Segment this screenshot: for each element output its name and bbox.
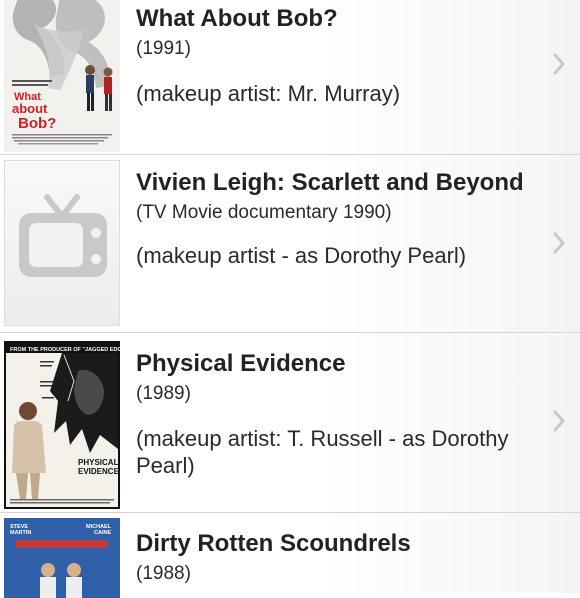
credit-year: (1988) bbox=[136, 563, 191, 584]
credit-row-dirty-rotten-scoundrels[interactable]: STEVE MARTIN MICHAEL CAINE Dirty Rotten … bbox=[0, 513, 580, 598]
svg-text:CAINE: CAINE bbox=[94, 530, 111, 536]
svg-text:FROM THE PRODUCER OF "JAGGED E: FROM THE PRODUCER OF "JAGGED EDGE" bbox=[10, 347, 120, 353]
credit-row-what-about-bob[interactable]: What about Bob? What About Bob? (1991) (… bbox=[0, 0, 580, 155]
svg-text:EVIDENCE: EVIDENCE bbox=[78, 467, 120, 476]
credit-text: Physical Evidence (1989) (makeup artist:… bbox=[136, 348, 530, 479]
svg-text:PHYSICAL: PHYSICAL bbox=[78, 458, 119, 467]
credit-year: (1989) bbox=[136, 383, 191, 404]
tv-placeholder-icon bbox=[19, 194, 107, 277]
poster-what-about-bob: What about Bob? bbox=[4, 0, 120, 152]
svg-text:about: about bbox=[12, 101, 48, 116]
poster-what-about-bob-art: What about Bob? bbox=[4, 0, 120, 152]
chevron-right-icon[interactable] bbox=[552, 232, 566, 254]
credit-title: Vivien Leigh: Scarlett and Beyond bbox=[136, 169, 524, 196]
credit-title: Physical Evidence bbox=[136, 350, 346, 377]
credit-year: (TV Movie documentary 1990) bbox=[136, 202, 392, 223]
poster-dirty-rotten-scoundrels-art: STEVE MARTIN MICHAEL CAINE bbox=[4, 518, 120, 598]
credit-title: What About Bob? bbox=[136, 5, 338, 32]
credit-row-vivien-leigh[interactable]: Vivien Leigh: Scarlett and Beyond (TV Mo… bbox=[0, 155, 580, 333]
credit-role: (makeup artist: T. Russell - as Dorothy … bbox=[136, 426, 509, 478]
credit-year: (1991) bbox=[136, 38, 191, 59]
svg-text:MARTIN: MARTIN bbox=[10, 530, 31, 536]
chevron-right-icon[interactable] bbox=[552, 53, 566, 75]
credit-role: (makeup artist: Mr. Murray) bbox=[136, 81, 401, 106]
credit-row-physical-evidence[interactable]: FROM THE PRODUCER OF "JAGGED EDGE" PHYSI… bbox=[0, 333, 580, 513]
credit-title: Dirty Rotten Scoundrels bbox=[136, 530, 411, 557]
svg-text:Bob?: Bob? bbox=[18, 115, 56, 132]
poster-dirty-rotten-scoundrels: STEVE MARTIN MICHAEL CAINE bbox=[4, 518, 120, 598]
poster-physical-evidence-art: FROM THE PRODUCER OF "JAGGED EDGE" PHYSI… bbox=[4, 341, 120, 509]
poster-physical-evidence: FROM THE PRODUCER OF "JAGGED EDGE" PHYSI… bbox=[4, 341, 120, 509]
credit-text: What About Bob? (1991) (makeup artist: M… bbox=[136, 3, 530, 107]
chevron-right-icon[interactable] bbox=[552, 410, 566, 432]
credit-text: Vivien Leigh: Scarlett and Beyond (TV Mo… bbox=[136, 167, 530, 269]
credit-role: (makeup artist - as Dorothy Pearl) bbox=[136, 243, 467, 268]
poster-placeholder bbox=[4, 160, 120, 326]
credit-text: Dirty Rotten Scoundrels (1988) bbox=[136, 528, 530, 586]
